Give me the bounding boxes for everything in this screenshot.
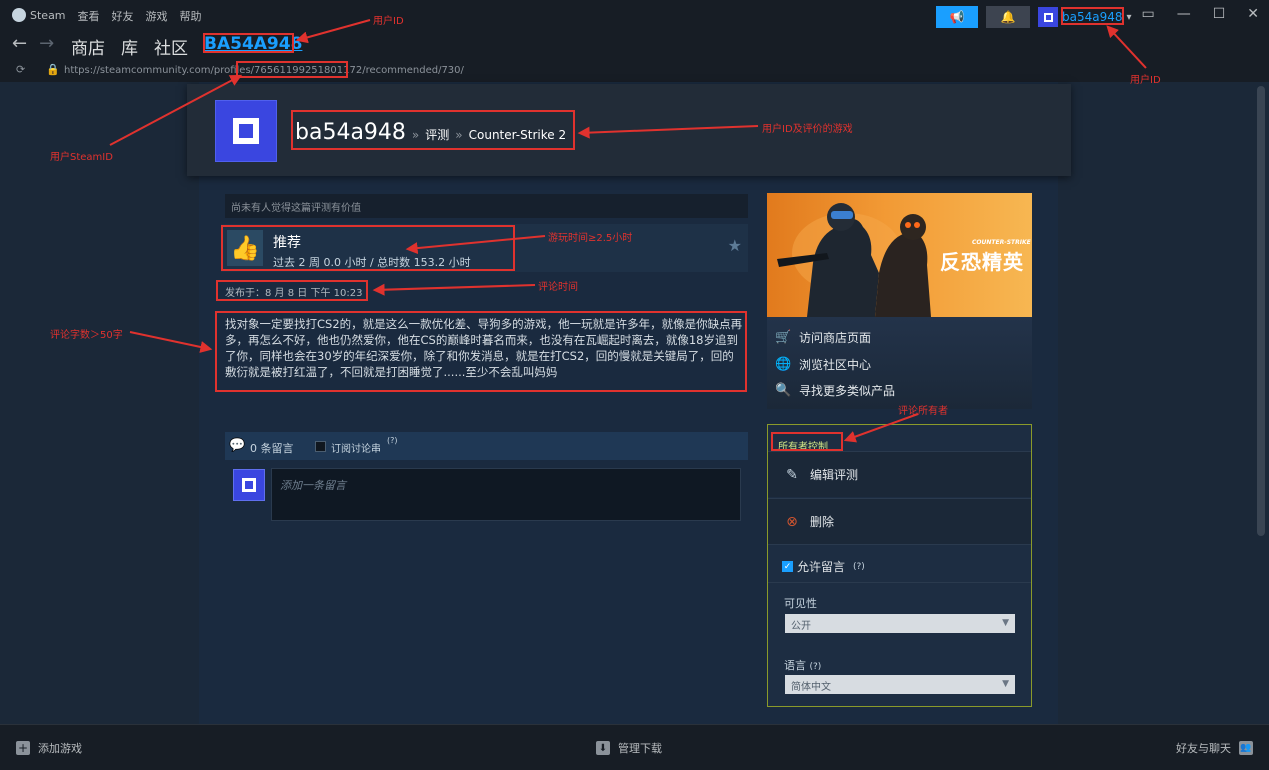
page-background [0,82,1269,724]
annotation-user-id-account: 用户ID [1130,75,1161,86]
nav-arrows: ← → [12,33,54,54]
nav-bar: ← → 商店 库 社区 BA54A948 [0,30,1269,60]
owner-controls: 所有者控制 ✎ 编辑评测 ⊗ 删除 ✓ 允许留言 (?) 可见性 公开 ▼ 语言 (?… [767,424,1032,707]
friends-icon: 👥 [1239,741,1253,755]
visibility-label: 可见性 [784,597,817,610]
friends-chat-button[interactable]: 好友与聊天 👥 [1176,740,1253,756]
add-game-button[interactable]: + 添加游戏 [16,740,82,756]
helpful-count: 尚未有人觉得这篇评测有价值 [225,194,748,218]
annotation-box-review-text [215,311,747,392]
annotation-playtime: 游玩时间≥2.5小时 [548,233,633,244]
manage-downloads-button[interactable]: ⬇ 管理下载 [596,740,662,756]
subscribe-checkbox[interactable] [315,441,326,452]
url-bar: ⟳ 🔒 https://steamcommunity.com/profiles/… [0,60,1269,82]
reload-icon[interactable]: ⟳ [16,63,25,76]
download-icon: ⬇ [596,741,610,755]
annotation-box-owner [771,432,843,451]
comments-header: 💬 0 条留言 订阅讨论串 (?) [225,432,748,460]
commenter-avatar [233,469,265,501]
bell-icon: 🔔 [1000,10,1016,24]
banner-logo-cn: 反恐精英 [940,250,1024,274]
search-icon: 🔍 [775,383,792,398]
scrollbar[interactable] [1257,86,1265,536]
avatar [1038,7,1058,27]
comment-icon: 💬 [229,438,246,453]
annotation-box-playtime [221,225,515,271]
cart-icon: 🛒 [775,330,792,345]
link-community-hub[interactable]: 🌐 浏览社区中心 [775,356,871,373]
steam-menu[interactable]: Steam [12,8,66,24]
annotation-steam-id: 用户SteamID [50,152,113,163]
annotation-review-time: 评论时间 [538,282,578,293]
nav-library[interactable]: 库 [121,34,138,59]
annotation-box-nav-id [203,33,294,53]
annotation-box-account-id [1061,7,1124,25]
annotation-user-and-game: 用户ID及评价的游戏 [762,124,853,135]
allow-comments-toggle[interactable]: ✓ 允许留言 (?) [782,558,865,575]
close-icon[interactable]: ✕ [1247,6,1259,22]
language-label: 语言 (?) [784,659,822,672]
subscribe-help-icon[interactable]: (?) [387,436,398,445]
link-store-page[interactable]: 🛒 访问商店页面 [775,329,871,346]
edit-review-button[interactable]: ✎ 编辑评测 [768,451,1031,497]
divider [768,544,1031,545]
megaphone-icon: 📢 [949,10,965,24]
menu-view[interactable]: 查看 [78,8,100,24]
maximize-icon[interactable]: ☐ [1213,6,1226,22]
annotation-word-count: 评论字数＞50字 [50,330,123,341]
allow-comments-checkbox[interactable]: ✓ [782,561,793,572]
profile-avatar[interactable] [215,100,277,162]
minimize-icon[interactable]: — [1177,6,1191,22]
chevron-down-icon: ▾ [1126,11,1132,23]
annotation-box-steam-id [236,61,348,78]
steam-logo-icon [12,8,26,22]
comment-input[interactable]: 添加一条留言 [271,468,741,521]
annotation-user-id: 用户ID [373,16,404,27]
menu-bar: Steam 查看 好友 游戏 帮助 [12,8,202,24]
forward-arrow-icon[interactable]: → [39,33,54,54]
link-similar-products[interactable]: 🔍 寻找更多类似产品 [775,382,895,399]
announcement-button[interactable]: 📢 [936,6,978,28]
nav-community[interactable]: 社区 [154,34,188,59]
back-arrow-icon[interactable]: ← [12,33,27,54]
globe-icon: 🌐 [775,357,792,372]
menu-friends[interactable]: 好友 [112,8,134,24]
game-links: 🛒 访问商店页面 🌐 浏览社区中心 🔍 寻找更多类似产品 [767,317,1032,409]
window-controls: ▭ — ☐ ✕ [1141,6,1259,22]
comment-count: 0 条留言 [250,442,294,455]
lock-icon: 🔒 [46,63,60,76]
notifications-button[interactable]: 🔔 [986,6,1030,28]
chevron-down-icon: ▼ [1002,679,1009,689]
menu-help[interactable]: 帮助 [180,8,202,24]
subscribe-label[interactable]: 订阅讨论串 [331,440,381,455]
nav-store[interactable]: 商店 [71,34,105,59]
plus-icon: + [16,741,30,755]
delete-icon: ⊗ [786,513,798,530]
menu-games[interactable]: 游戏 [146,8,168,24]
game-banner[interactable]: COUNTER-STRIKE 反恐精英 [767,193,1032,317]
bottom-bar: + 添加游戏 ⬇ 管理下载 好友与聊天 👥 [0,724,1269,770]
allow-help-icon[interactable]: (?) [853,562,865,572]
language-select[interactable]: 简体中文 ▼ [785,675,1015,694]
delete-button[interactable]: ⊗ 删除 [768,498,1031,544]
divider [768,582,1031,583]
big-picture-icon[interactable]: ▭ [1141,6,1154,22]
annotation-box-posted [216,280,368,301]
annotation-owner: 评论所有者 [898,406,948,417]
edit-icon: ✎ [786,466,798,483]
annotation-box-header [291,110,575,150]
award-star-icon[interactable]: ★ [728,236,742,255]
visibility-select[interactable]: 公开 ▼ [785,614,1015,633]
chevron-down-icon: ▼ [1002,618,1009,628]
banner-logo-en: COUNTER-STRIKE [972,239,1031,246]
